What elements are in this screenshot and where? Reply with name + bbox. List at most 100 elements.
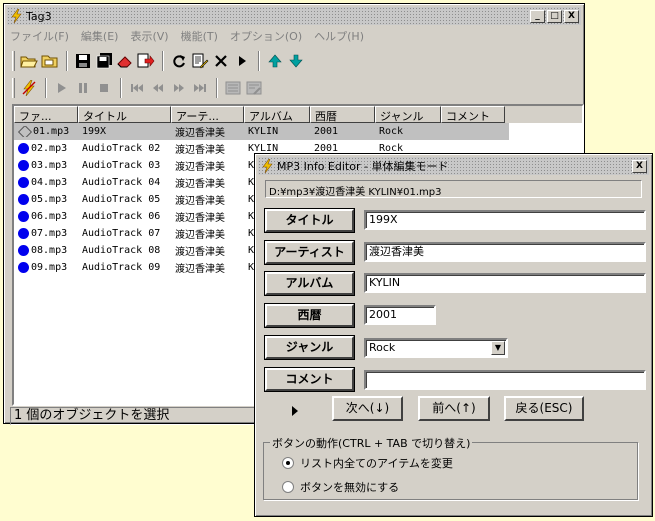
- table-row[interactable]: 01.mp3 199X 渡辺香津美 KYLIN 2001 Rock: [14, 123, 509, 140]
- selected-diamond-icon: [17, 126, 33, 137]
- col-title[interactable]: タイトル: [78, 106, 171, 123]
- comment-field-button[interactable]: コメント: [265, 368, 354, 391]
- minimize-button[interactable]: _: [530, 9, 545, 23]
- bullet-icon: [18, 177, 29, 188]
- dialog-title: MP3 Info Editor - 単体編集モード: [277, 160, 449, 173]
- row-file: 06.mp3: [31, 211, 68, 222]
- menubar: ファイル(F) 編集(E) 表示(V) 機能(T) オプション(O) ヘルプ(H…: [10, 28, 376, 46]
- row-title: AudioTrack 03: [82, 160, 161, 171]
- toolbar-grip[interactable]: [12, 78, 15, 98]
- genre-select[interactable]: Rock ▼: [364, 338, 508, 358]
- row-file: 04.mp3: [31, 177, 68, 188]
- bullet-icon: [18, 211, 29, 222]
- row-title: 199X: [82, 126, 107, 137]
- toolbar-separator: [120, 78, 122, 98]
- menu-tools[interactable]: 機能(T): [181, 28, 218, 46]
- chevron-down-icon[interactable]: ▼: [491, 341, 505, 355]
- comment-input[interactable]: [364, 370, 646, 390]
- toolbar-separator: [162, 51, 164, 71]
- radio-change-all-label: リスト内全てのアイテムを変更: [300, 457, 453, 470]
- row-title: AudioTrack 09: [82, 262, 161, 273]
- toolbar-separator: [45, 78, 47, 98]
- export-icon[interactable]: [136, 51, 156, 71]
- col-file[interactable]: ファ...: [14, 106, 78, 123]
- save-all-icon[interactable]: [94, 51, 114, 71]
- file-path: D:¥mp3¥渡辺香津美 KYLIN¥01.mp3: [265, 180, 642, 198]
- open-folder-icon[interactable]: [19, 51, 39, 71]
- button-behavior-group: ボタンの動作(CTRL + TAB で切り替え) リスト内全てのアイテムを変更 …: [263, 435, 638, 500]
- artist-field-button[interactable]: アーティスト: [265, 241, 354, 264]
- menu-options[interactable]: オプション(O): [230, 28, 302, 46]
- edit-doc-icon[interactable]: [190, 51, 210, 71]
- col-year[interactable]: 西暦: [310, 106, 375, 123]
- lightning-icon: [9, 9, 23, 23]
- album-input[interactable]: KYLIN: [364, 273, 646, 293]
- menu-edit[interactable]: 編集(E): [81, 28, 119, 46]
- row-year: 2001: [314, 126, 339, 137]
- toolbar-separator: [258, 51, 260, 71]
- row-file: 03.mp3: [31, 160, 68, 171]
- toolbar-separator: [216, 78, 218, 98]
- col-album[interactable]: アルバム: [244, 106, 310, 123]
- menu-file[interactable]: ファイル(F): [10, 28, 69, 46]
- row-artist: 渡辺香津美: [175, 264, 225, 275]
- close-button[interactable]: X: [564, 9, 579, 23]
- next-button[interactable]: 次へ(↓): [332, 396, 403, 421]
- eraser-icon[interactable]: [115, 51, 135, 71]
- row-artist: 渡辺香津美: [175, 213, 225, 224]
- row-title: AudioTrack 04: [82, 177, 161, 188]
- radio-circle: [282, 481, 294, 493]
- row-artist: 渡辺香津美: [175, 162, 225, 173]
- row-file: 02.mp3: [31, 143, 68, 154]
- col-comment[interactable]: コメント: [441, 106, 505, 123]
- play-arrow-icon[interactable]: [291, 406, 299, 419]
- toolbar-grip[interactable]: [12, 51, 15, 71]
- save-icon[interactable]: [73, 51, 93, 71]
- row-artist: 渡辺香津美: [175, 179, 225, 190]
- row-file: 01.mp3: [33, 126, 70, 137]
- refresh-icon[interactable]: [169, 51, 189, 71]
- pause-icon: [73, 78, 93, 98]
- radio-circle: [282, 457, 294, 469]
- toolbar-main: [10, 48, 307, 74]
- row-artist: 渡辺香津美: [175, 145, 225, 156]
- album-field-button[interactable]: アルバム: [265, 272, 354, 295]
- bullet-icon: [18, 143, 29, 154]
- up-arrow-icon[interactable]: [265, 51, 285, 71]
- year-input[interactable]: 2001: [364, 305, 436, 325]
- menu-view[interactable]: 表示(V): [130, 28, 168, 46]
- prev-button[interactable]: 前へ(↑): [418, 396, 490, 421]
- col-artist[interactable]: アーテ...: [171, 106, 244, 123]
- row-title: AudioTrack 02: [82, 143, 161, 154]
- dialog-close-button[interactable]: X: [632, 159, 647, 173]
- radio-disable-buttons-label: ボタンを無効にする: [300, 481, 400, 494]
- folder-icon[interactable]: [40, 51, 60, 71]
- menu-help[interactable]: ヘルプ(H): [314, 28, 364, 46]
- toolbar-player: [10, 75, 265, 101]
- row-title: AudioTrack 06: [82, 211, 161, 222]
- play-arrow-icon[interactable]: [232, 51, 252, 71]
- row-title: AudioTrack 08: [82, 245, 161, 256]
- genre-field-button[interactable]: ジャンル: [265, 336, 354, 359]
- dialog-titlebar[interactable]: MP3 Info Editor - 単体編集モード X: [258, 157, 649, 175]
- radio-disable-buttons[interactable]: ボタンを無効にする: [282, 479, 399, 495]
- skip-end-icon: [190, 78, 210, 98]
- bullet-icon: [18, 245, 29, 256]
- maximize-button[interactable]: □: [547, 9, 562, 23]
- back-esc-button[interactable]: 戻る(ESC): [504, 396, 584, 421]
- skip-start-icon: [127, 78, 147, 98]
- row-title: AudioTrack 07: [82, 228, 161, 239]
- delete-icon[interactable]: [211, 51, 231, 71]
- group-label: ボタンの動作(CTRL + TAB で切り替え): [270, 435, 473, 451]
- radio-change-all[interactable]: リスト内全てのアイテムを変更: [282, 455, 453, 471]
- title-input[interactable]: 199X: [364, 210, 646, 230]
- player-lightning-icon[interactable]: [19, 78, 39, 98]
- fast-forward-icon: [169, 78, 189, 98]
- title-field-button[interactable]: タイトル: [265, 209, 354, 232]
- main-titlebar[interactable]: Tag3 _ □ X: [7, 7, 581, 25]
- col-genre[interactable]: ジャンル: [375, 106, 441, 123]
- year-field-button[interactable]: 西暦: [265, 304, 354, 327]
- artist-input[interactable]: 渡辺香津美: [364, 242, 646, 262]
- down-arrow-icon[interactable]: [286, 51, 306, 71]
- row-genre: Rock: [379, 126, 404, 137]
